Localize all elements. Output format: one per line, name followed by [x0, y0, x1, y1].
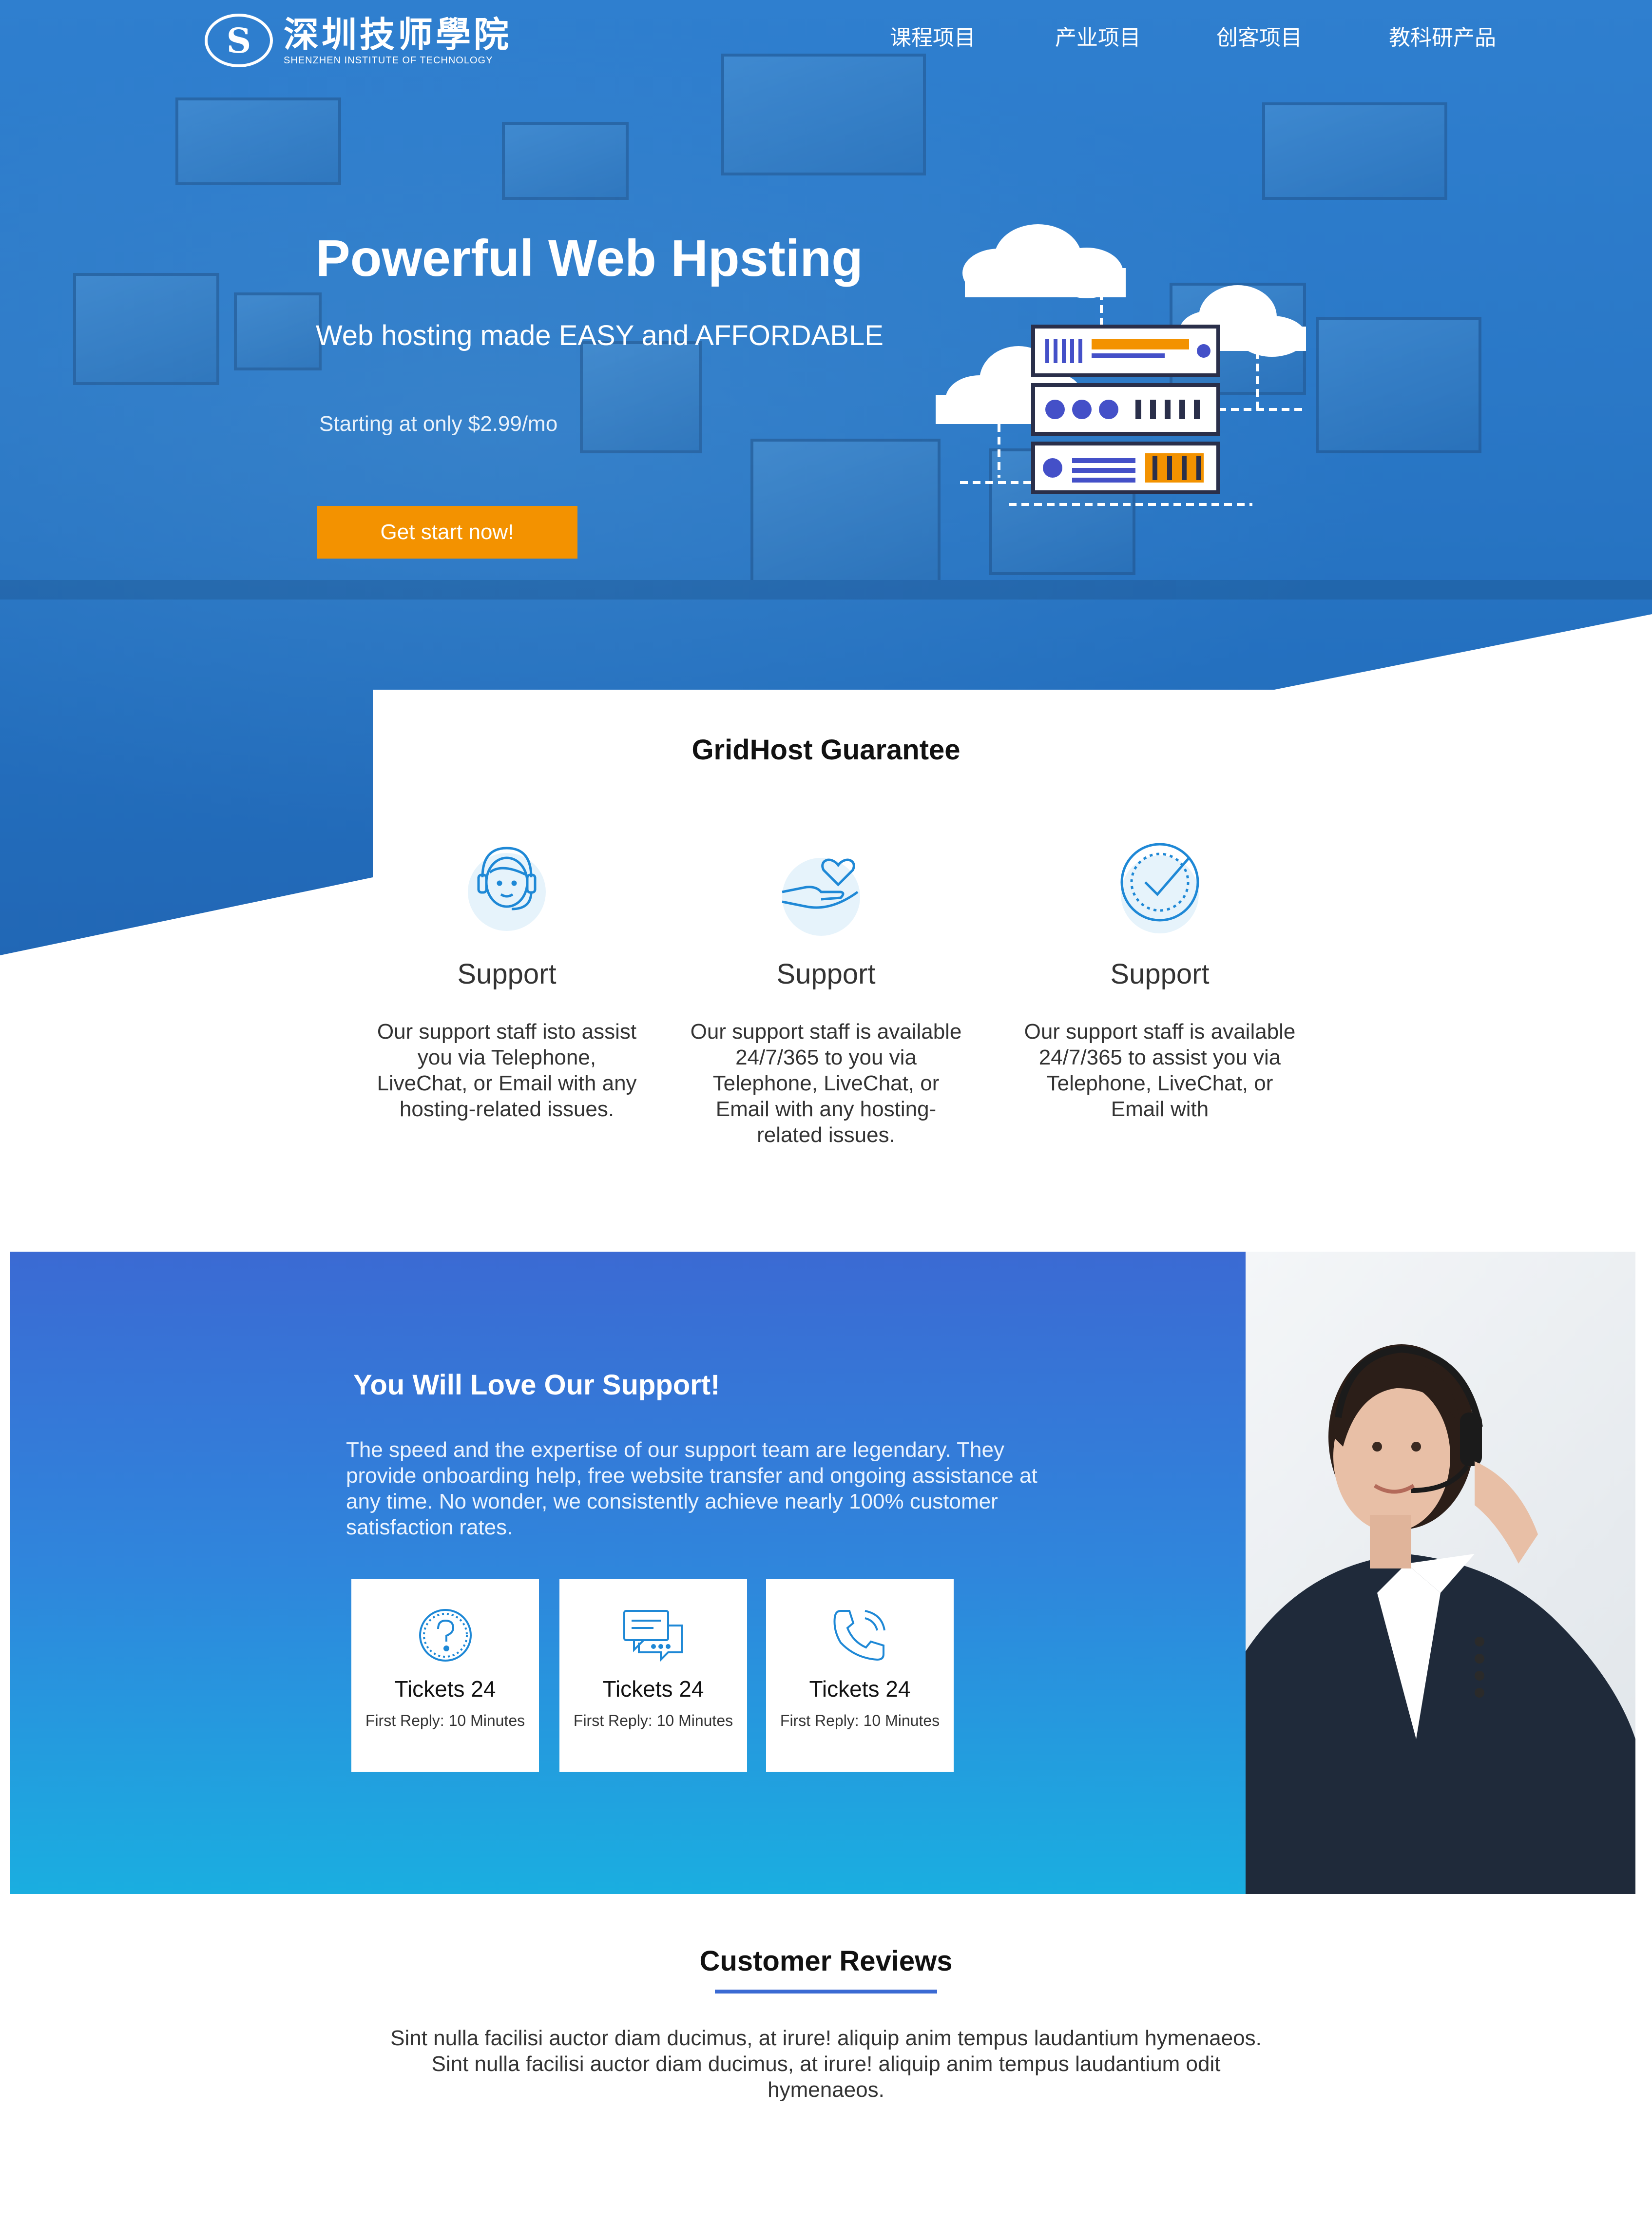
- feature-card: Support Our support staff is available 2…: [690, 829, 962, 1148]
- feature-title: Support: [1110, 958, 1210, 990]
- ticket-subtitle: First Reply: 10 Minutes: [780, 1712, 940, 1729]
- ticket-card[interactable]: Tickets 24 First Reply: 10 Minutes: [766, 1579, 954, 1772]
- cloud-server-icon: [936, 224, 1306, 506]
- feature-card: Support Our support staff isto assist yo…: [370, 829, 643, 1122]
- reviews-title-underline: [715, 1990, 937, 1994]
- reviews-title: Customer Reviews: [699, 1945, 953, 1977]
- ticket-title: Tickets 24: [394, 1676, 496, 1702]
- support-agent-photo: [1246, 1252, 1635, 1894]
- nav-item-industry[interactable]: 产业项目: [1055, 23, 1141, 53]
- guarantee-title: GridHost Guarantee: [692, 734, 960, 766]
- page: S 深圳技师學院 SHENZHEN INSTITUTE OF TECHNOLOG…: [0, 0, 1652, 2226]
- feature-text: Our support staff isto assist you via Te…: [377, 1020, 637, 1121]
- feature-title: Support: [457, 958, 557, 990]
- ticket-card[interactable]: Tickets 24 First Reply: 10 Minutes: [559, 1579, 747, 1772]
- hero-price: Starting at only $2.99/mo: [319, 412, 558, 436]
- ticket-subtitle: First Reply: 10 Minutes: [365, 1712, 525, 1729]
- feature-text: Our support staff is available 24/7/365 …: [1024, 1020, 1296, 1121]
- main-nav: 课程项目 产业项目 创客项目 教科研产品: [0, 23, 1652, 58]
- heart-hand-icon: [782, 858, 860, 936]
- nav-item-maker[interactable]: 创客项目: [1216, 23, 1302, 53]
- check-circle-icon: [1120, 843, 1199, 933]
- feature-text: Our support staff is available 24/7/365 …: [690, 1020, 962, 1147]
- ticket-subtitle: First Reply: 10 Minutes: [573, 1712, 733, 1729]
- support-text: The speed and the expertise of our suppo…: [346, 1438, 1037, 1539]
- ticket-card[interactable]: Tickets 24 First Reply: 10 Minutes: [351, 1579, 539, 1772]
- get-started-button[interactable]: Get start now!: [317, 506, 577, 559]
- review-text: Sint nulla facilisi auctor diam ducimus,…: [390, 2026, 1262, 2102]
- feature-title: Support: [776, 958, 876, 990]
- phone-icon: [833, 1610, 885, 1661]
- nav-item-research[interactable]: 教科研产品: [1389, 23, 1496, 53]
- chat-icon: [623, 1610, 683, 1662]
- nav-item-courses[interactable]: 课程项目: [890, 23, 976, 53]
- ticket-title: Tickets 24: [602, 1676, 704, 1702]
- hero-section: S 深圳技师學院 SHENZHEN INSTITUTE OF TECHNOLOG…: [0, 0, 1652, 955]
- hero-title: Powerful Web Hpsting: [316, 230, 863, 287]
- feature-card: Support Our support staff is available 2…: [1023, 829, 1296, 1122]
- question-icon: [419, 1609, 472, 1662]
- support-section: You Will Love Our Support! The speed and…: [10, 1252, 1246, 1894]
- ticket-title: Tickets 24: [809, 1676, 911, 1702]
- hero-subtitle: Web hosting made EASY and AFFORDABLE: [316, 320, 884, 351]
- support-agent-icon: [468, 847, 546, 931]
- support-title: You Will Love Our Support!: [353, 1369, 720, 1401]
